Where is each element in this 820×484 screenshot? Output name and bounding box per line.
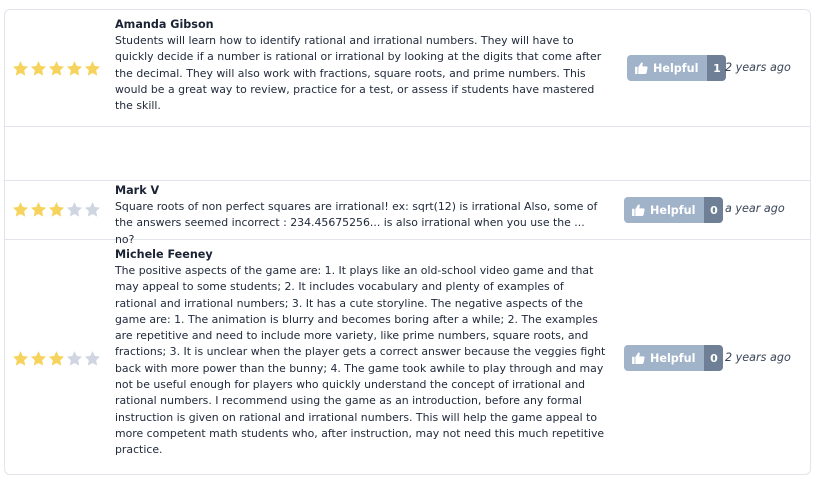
helpful-count: 0 (704, 197, 724, 223)
star-icon (66, 351, 83, 366)
thumbs-up-icon (632, 352, 645, 364)
review-text: The positive aspects of the game are: 1.… (115, 264, 606, 457)
review-text: Students will learn how to identify rati… (115, 34, 602, 113)
review-author: Michele Feeney (115, 248, 213, 261)
helpful-label: Helpful (653, 61, 699, 75)
star-icon (66, 202, 83, 217)
helpful-button[interactable]: Helpful 0 (624, 197, 724, 223)
star-rating (12, 201, 101, 218)
review-time: 2 years ago (725, 351, 791, 364)
helpful-button[interactable]: Helpful 0 (624, 345, 724, 371)
helpful-label: Helpful (650, 203, 696, 217)
star-icon (48, 61, 65, 76)
star-icon (84, 351, 101, 366)
thumbs-up-icon (632, 204, 645, 216)
star-icon (48, 202, 65, 217)
star-icon (84, 61, 101, 76)
review-item: Amanda Gibson Students will learn how to… (5, 10, 810, 127)
star-icon (30, 61, 47, 76)
thumbs-up-icon (635, 62, 648, 74)
helpful-count: 1 (707, 55, 727, 81)
review-time: 2 years ago (725, 61, 791, 74)
star-rating (12, 350, 101, 367)
review-item: Mark V Square roots of non perfect squar… (5, 181, 810, 246)
review-time: a year ago (725, 202, 785, 215)
star-icon (12, 202, 29, 217)
review-author: Amanda Gibson (115, 18, 214, 31)
empty-row (5, 127, 810, 181)
star-icon (66, 61, 83, 76)
helpful-button[interactable]: Helpful 1 (627, 55, 727, 81)
star-icon (12, 351, 29, 366)
helpful-count: 0 (704, 345, 724, 371)
review-author: Mark V (115, 184, 160, 197)
helpful-label: Helpful (650, 351, 696, 365)
star-icon (30, 202, 47, 217)
reviews-panel: Amanda Gibson Students will learn how to… (4, 9, 811, 475)
star-icon (30, 351, 47, 366)
review-item: Michele Feeney The positive aspects of t… (5, 240, 810, 476)
star-icon (12, 61, 29, 76)
star-icon (48, 351, 65, 366)
star-icon (84, 202, 101, 217)
star-rating (12, 60, 101, 77)
